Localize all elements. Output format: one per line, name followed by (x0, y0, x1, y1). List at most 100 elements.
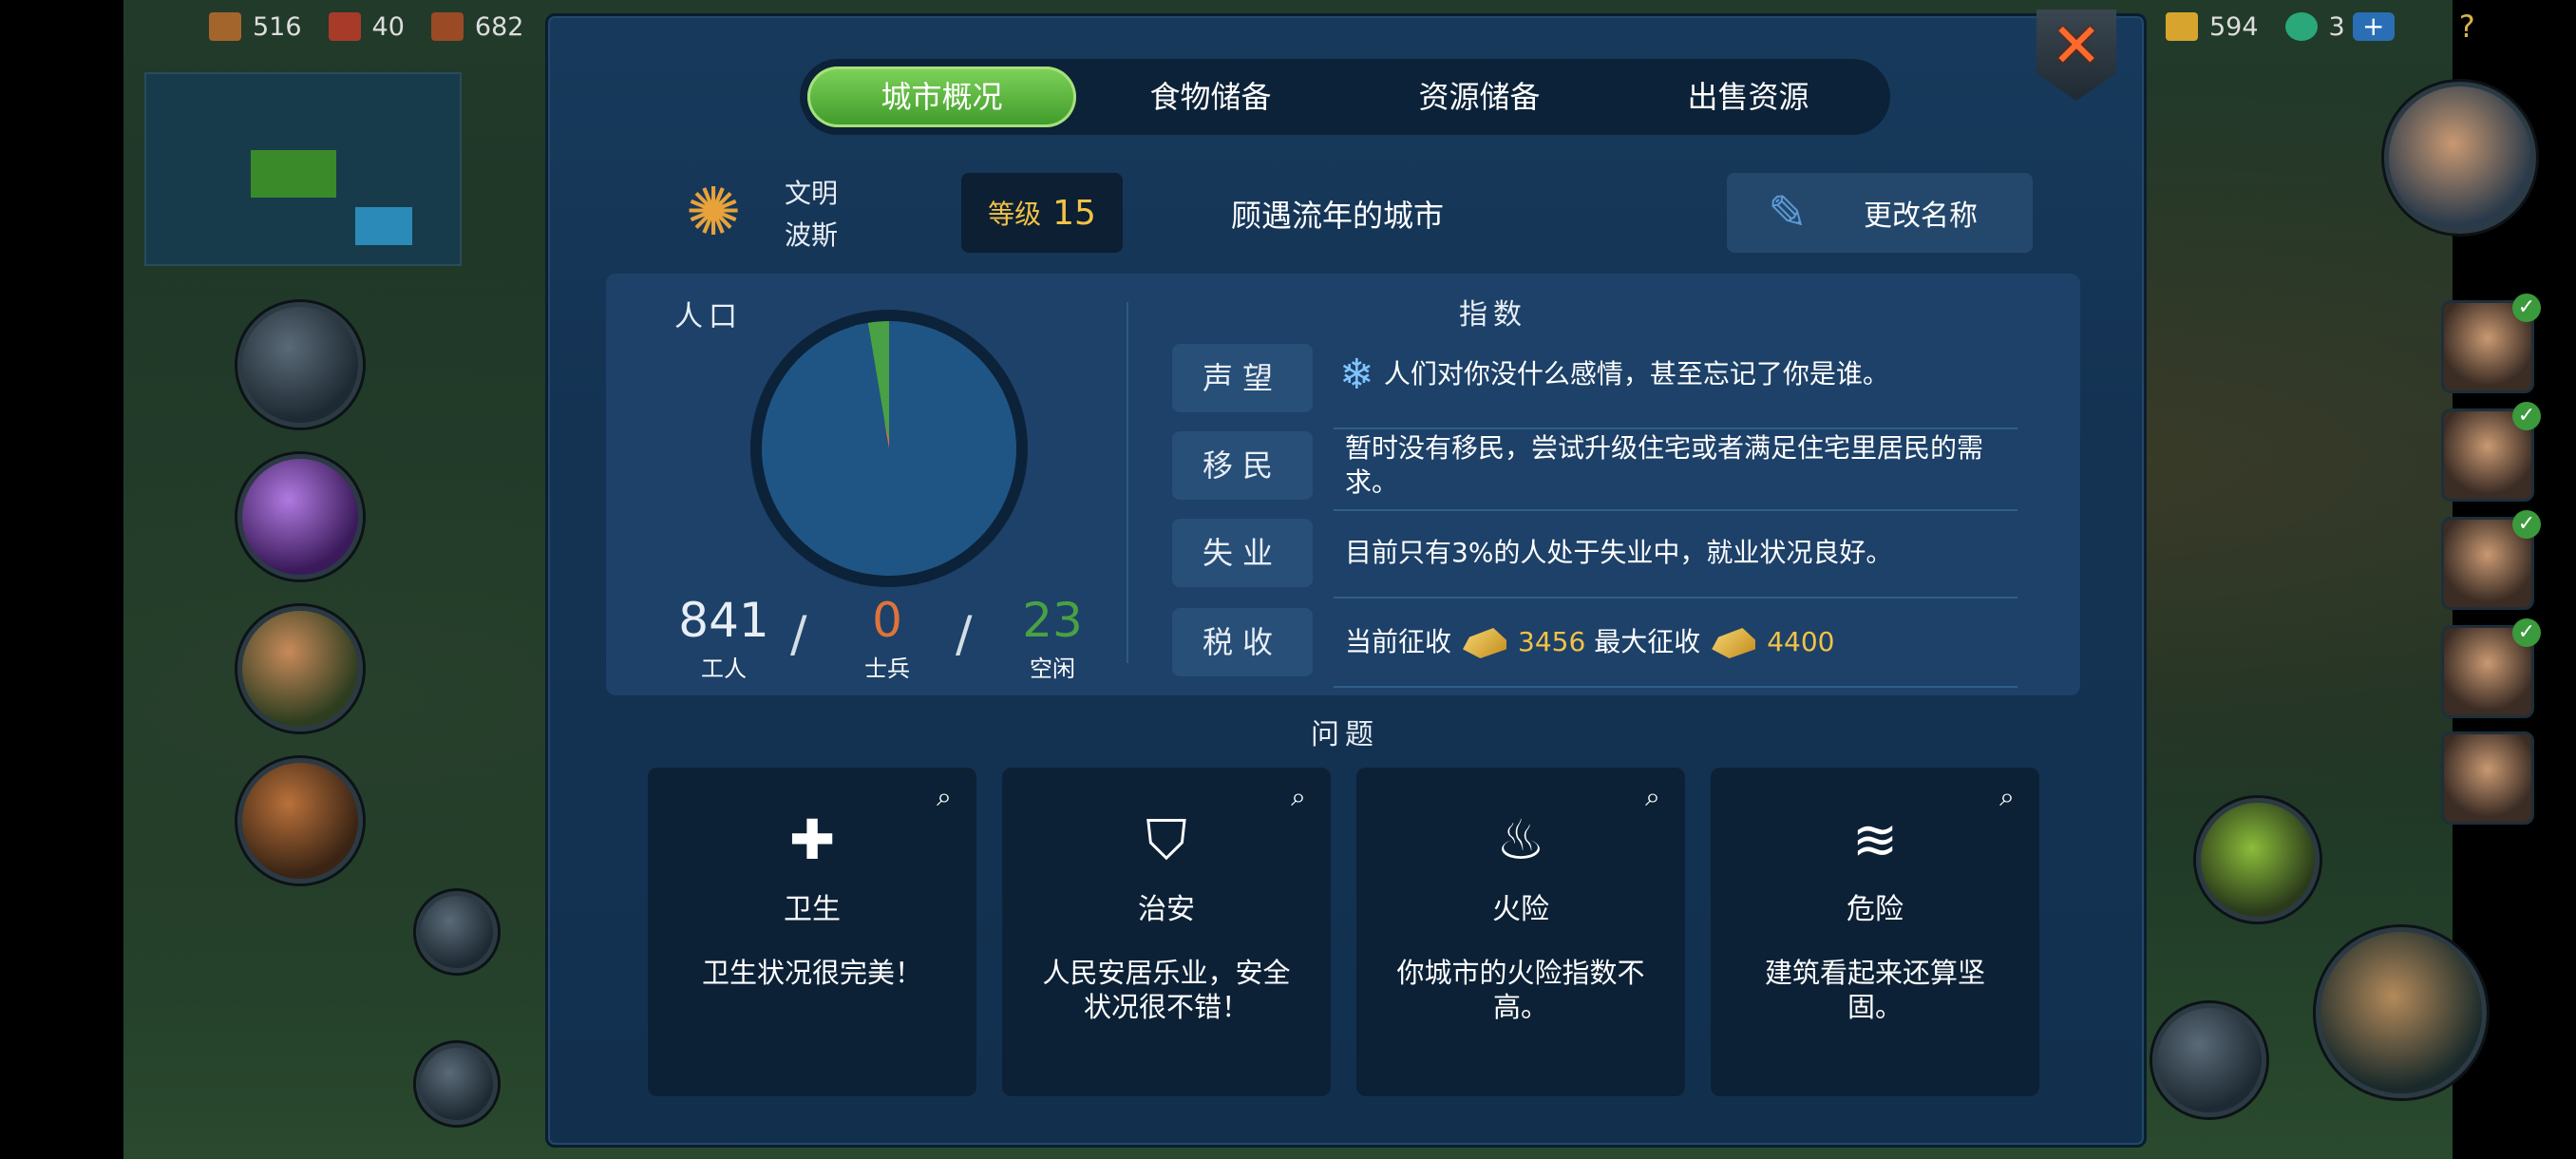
hero-portrait[interactable] (2441, 732, 2534, 825)
resource-bar-right: 594 3 + ? (2166, 0, 2475, 53)
check-icon: ✓ (2512, 618, 2541, 647)
soldiers-label: 士兵 (864, 656, 910, 682)
tab-sell-resources[interactable]: 出售资源 (1614, 66, 1883, 127)
index-row-unemployment: 失业 目前只有3%的人处于失业中，就业状况良好。 (1172, 519, 2017, 604)
magnifier-icon[interactable]: ⌕ (929, 781, 959, 812)
soldiers-count: 0 (872, 593, 902, 648)
close-icon: ✕ (2051, 11, 2102, 82)
brick-icon (328, 12, 361, 41)
idle-stat: 23 空闲 (1009, 591, 1096, 683)
index-text: ❄ 人们对你没什么感情，甚至忘记了你是谁。 (1339, 354, 2004, 396)
hammer-build-button[interactable] (2316, 927, 2487, 1098)
resource-bar-left: 516 40 682 (209, 0, 550, 53)
problem-title: 危险 (1847, 893, 1904, 926)
leader-portrait[interactable] (2384, 82, 2536, 234)
buy-gems-button[interactable]: + (2352, 12, 2395, 41)
max-tax-label: 最大征收 (1594, 626, 1701, 657)
workers-count: 841 (678, 593, 769, 648)
population-pie-chart (750, 310, 1028, 587)
city-level-badge: 等级 15 (961, 173, 1123, 253)
problem-card-sanitation[interactable]: ⌕ ✚ 卫生 卫生状况很完美！ (648, 768, 976, 1096)
tornado-icon: ≋ (1851, 808, 1899, 872)
level-label: 等级 (988, 199, 1042, 230)
immigration-description: 暂时没有移民，尝试升级住宅或者满足住宅里居民的需求。 (1345, 432, 1984, 498)
tab-resource-storage[interactable]: 资源储备 (1345, 66, 1614, 127)
level-value: 15 (1052, 193, 1096, 233)
index-tag: 失业 (1172, 519, 1313, 587)
workers-label: 工人 (701, 656, 747, 682)
section-divider (1127, 302, 1128, 663)
quest-scroll-button[interactable] (237, 302, 363, 428)
shovel-button[interactable] (2152, 1003, 2266, 1117)
hero-portrait[interactable]: ✓ (2441, 618, 2541, 718)
problems-title: 问题 (1311, 718, 1379, 751)
problem-title: 火险 (1492, 893, 1549, 926)
problem-description: 你城市的火险指数不高。 (1396, 957, 1645, 1023)
reputation-description: 人们对你没什么感情，甚至忘记了你是谁。 (1383, 358, 1889, 390)
resource-plank: 682 (430, 12, 523, 42)
check-icon: ✓ (2512, 510, 2541, 539)
advisor-button[interactable] (237, 606, 363, 732)
potion-button[interactable] (237, 454, 363, 580)
city-name: 顾遇流年的城市 (1231, 198, 1445, 234)
problem-card-fire[interactable]: ⌕ ♨ 火险 你城市的火险指数不高。 (1356, 768, 1685, 1096)
hero-portrait[interactable]: ✓ (2441, 510, 2541, 610)
problem-card-danger[interactable]: ⌕ ≋ 危险 建筑看起来还算坚固。 (1711, 768, 2039, 1096)
idle-label: 空闲 (1030, 656, 1075, 682)
terrain-button[interactable] (2196, 798, 2320, 922)
gold-bar-icon (2166, 12, 2198, 41)
magnifier-icon[interactable]: ⌕ (1992, 781, 2022, 812)
problem-description: 建筑看起来还算坚固。 (1764, 957, 1985, 1023)
problem-card-security[interactable]: ⌕ ⛉ 治安 人民安居乐业，安全状况很不错！ (1002, 768, 1331, 1096)
resource-gem: 3 + (2284, 12, 2395, 42)
plank-icon (430, 12, 464, 41)
gem-icon (2284, 12, 2318, 41)
row-divider (1334, 428, 2017, 429)
index-row-reputation: 声望 ❄ 人们对你没什么感情，甚至忘记了你是谁。 (1172, 344, 2017, 429)
index-row-immigration: 移民 暂时没有移民，尝试升级住宅或者满足住宅里居民的需求。 (1172, 431, 2017, 517)
cross-icon: ✚ (788, 808, 836, 872)
backpack-button[interactable] (237, 758, 363, 884)
add-button[interactable] (416, 1043, 498, 1125)
current-tax-label: 当前征收 (1345, 626, 1452, 657)
gold-bar-icon (1463, 628, 1507, 658)
row-divider (1334, 686, 2017, 688)
resource-value: 594 (2209, 11, 2259, 42)
problem-title: 治安 (1138, 893, 1195, 926)
civilization-info: 文明 波斯 (785, 173, 838, 256)
minimap-lake (355, 207, 412, 245)
check-icon: ✓ (2512, 294, 2541, 322)
resource-value: 516 (253, 11, 302, 42)
idle-count: 23 (1022, 593, 1083, 648)
shield-icon: ⛉ (1146, 808, 1187, 872)
soldiers-stat: 0 士兵 (843, 591, 931, 683)
layers-button[interactable] (416, 891, 498, 973)
workers-stat: 841 工人 (676, 591, 771, 683)
fire-icon: ♨ (1496, 808, 1545, 872)
minimap[interactable] (144, 72, 462, 266)
index-tag: 声望 (1172, 344, 1313, 412)
help-icon[interactable]: ? (2459, 9, 2475, 45)
separator-slash: / (790, 606, 807, 663)
tab-food-storage[interactable]: 食物储备 (1076, 66, 1345, 127)
resource-wood: 516 (209, 12, 302, 42)
hero-portrait[interactable]: ✓ (2441, 294, 2541, 393)
magnifier-icon[interactable]: ⌕ (1283, 781, 1314, 812)
check-icon: ✓ (2512, 402, 2541, 430)
rename-label: 更改名称 (1864, 200, 1978, 233)
minimap-city (251, 150, 336, 198)
index-tag: 税收 (1172, 608, 1313, 676)
problem-description: 人民安居乐业，安全状况很不错！ (1042, 957, 1291, 1023)
tab-city-overview[interactable]: 城市概况 (807, 66, 1076, 127)
pencil-icon: ✎ (1768, 185, 1808, 240)
separator-slash: / (956, 606, 973, 663)
max-tax-value: 4400 (1767, 626, 1835, 657)
resource-gold: 594 (2166, 12, 2259, 42)
population-title: 人口 (674, 300, 743, 333)
index-row-tax: 税收 当前征收 3456 最大征收 4400 (1172, 608, 2017, 694)
resource-brick: 40 (328, 12, 405, 42)
hero-portrait[interactable]: ✓ (2441, 402, 2541, 502)
tab-bar: 城市概况 食物储备 资源储备 出售资源 (800, 59, 1890, 135)
magnifier-icon[interactable]: ⌕ (1638, 781, 1668, 812)
rename-button[interactable]: ✎ 更改名称 (1727, 173, 2033, 253)
